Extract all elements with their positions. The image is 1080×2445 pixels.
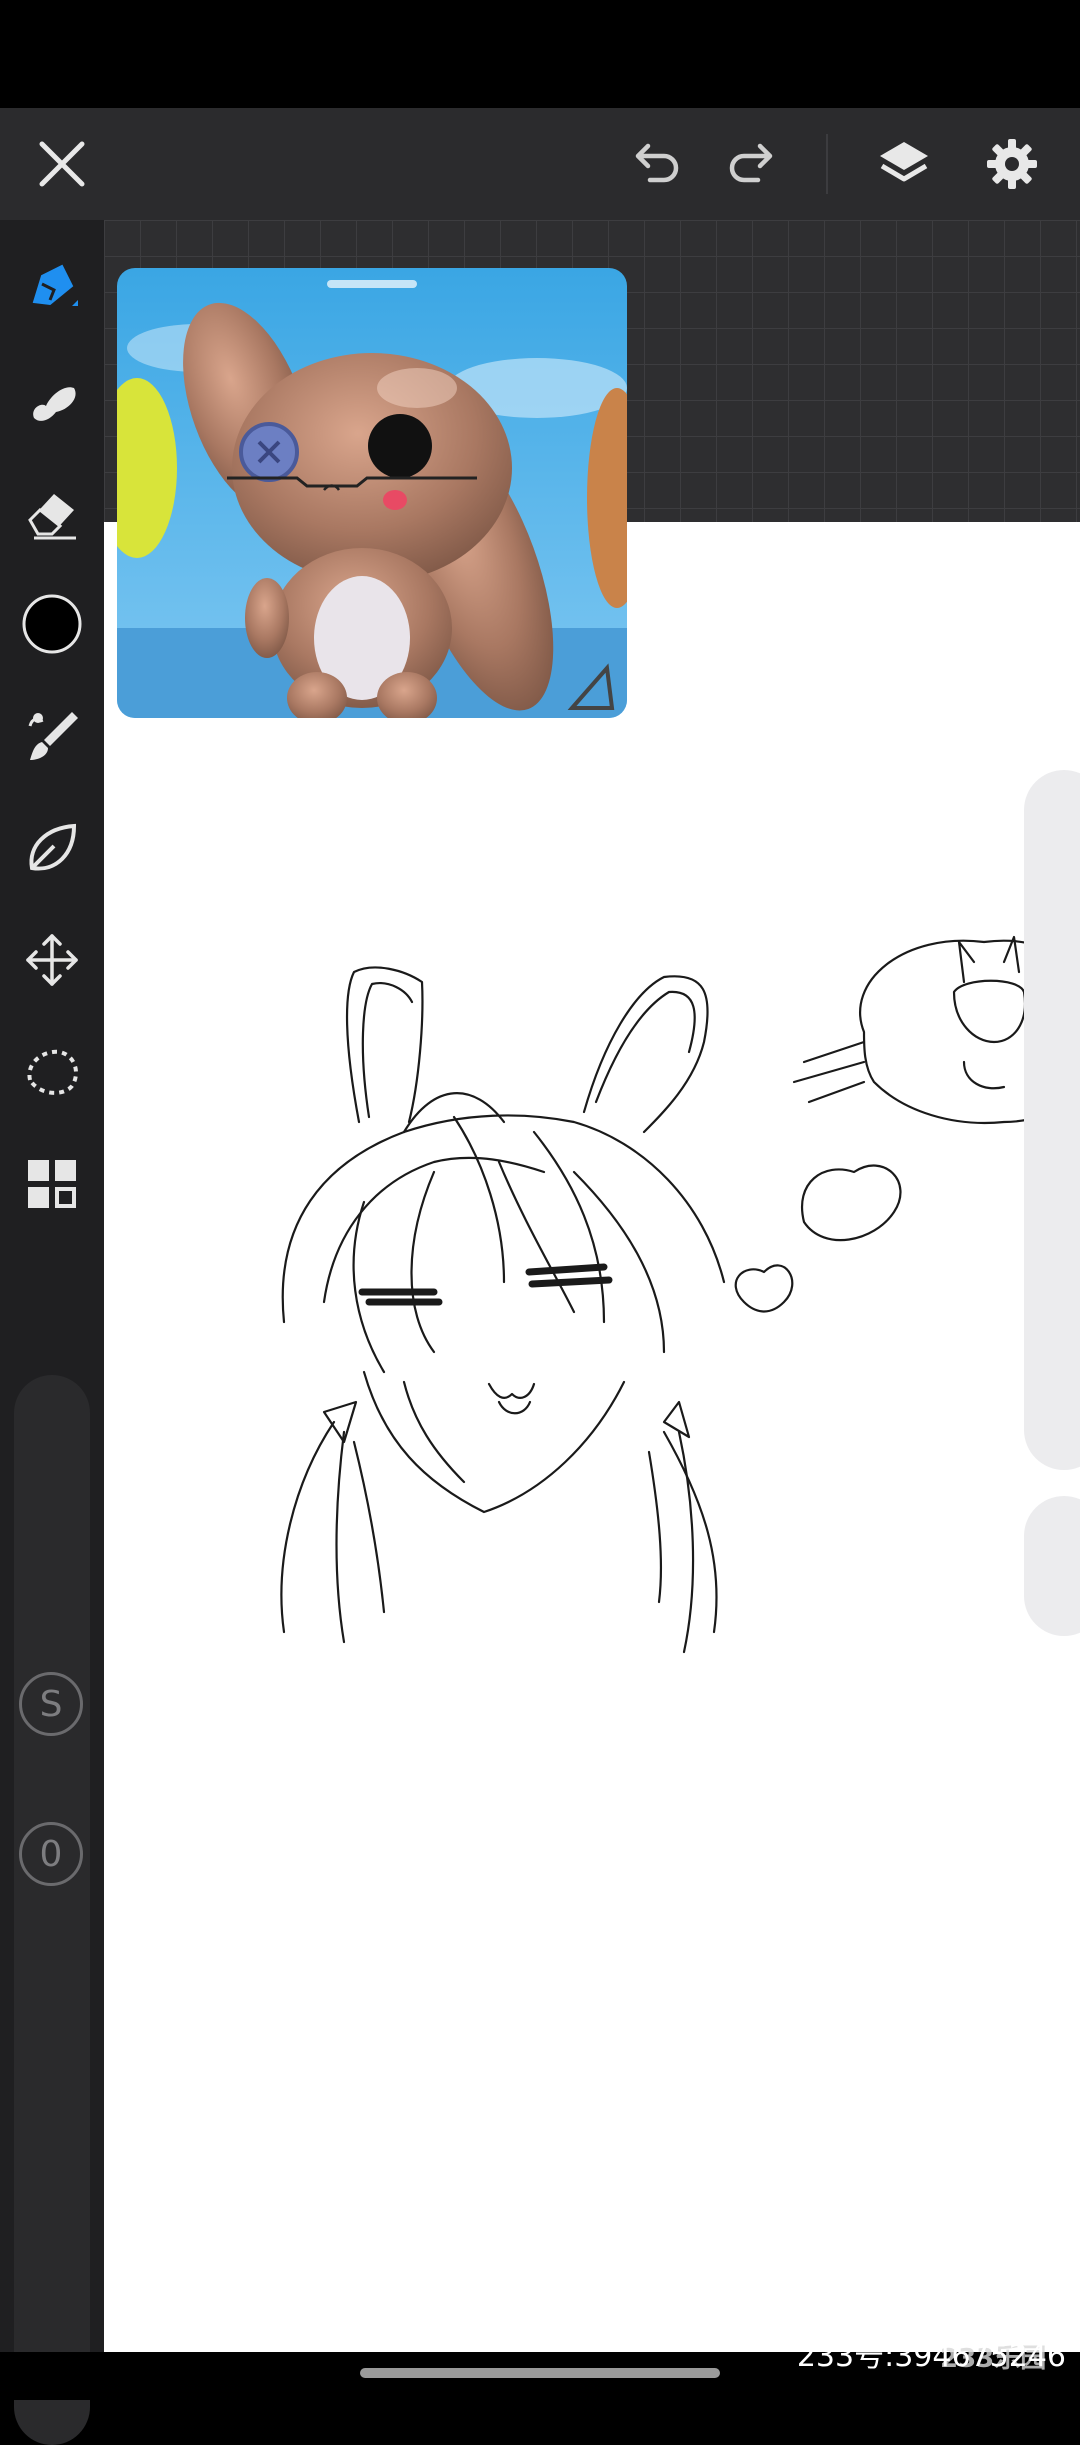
toolbar-divider [826,134,828,194]
reference-image-window[interactable] [117,268,627,718]
top-toolbar [0,108,1080,220]
drawing-paper[interactable] [104,522,1080,2352]
layers-button[interactable] [864,124,944,204]
smudge-icon [33,387,76,421]
undo-icon [635,143,679,183]
pen-tool[interactable] [12,248,92,328]
leaf-shape-icon [29,823,77,871]
layers-icon [880,142,928,182]
left-toolbar: S 0 [0,220,104,2445]
transform-tool[interactable] [12,920,92,1000]
redo-icon [729,143,773,183]
lasso-selection-icon [27,1049,78,1095]
brush-opacity-knob[interactable]: 0 [19,1822,83,1886]
fill-shape-tool[interactable] [12,808,92,888]
eraser-icon [28,494,76,540]
color-swatch-icon [22,594,82,654]
lasso-selection-tool[interactable] [12,1032,92,1112]
watermark-id-text: 233号:394675246 [796,2339,1066,2374]
grid-menu-button[interactable] [12,1144,92,1224]
close-button[interactable] [22,124,102,204]
status-bar [0,0,1080,108]
settings-icon [987,139,1037,189]
brush-tool[interactable] [12,696,92,776]
size-opacity-slider-track[interactable] [14,1375,90,2445]
eraser-tool[interactable] [12,472,92,552]
sketch-drawing [280,935,1080,1654]
settings-button[interactable] [972,124,1052,204]
redo-button[interactable] [712,124,792,204]
move-arrows-icon [26,934,78,986]
grid-menu-icon [28,1160,76,1208]
close-icon [39,141,85,187]
home-indicator[interactable] [360,2368,720,2378]
brush-size-knob[interactable]: S [19,1672,83,1736]
brush-icon [28,712,78,760]
reference-image-bunny-figure [117,268,627,718]
undo-button[interactable] [616,124,696,204]
brush-opacity-label: 0 [39,1833,63,1875]
right-side-button[interactable] [1024,1496,1080,1636]
brush-size-label: S [39,1683,63,1725]
reference-drag-handle[interactable] [327,280,417,288]
color-swatch[interactable] [12,584,92,664]
right-side-panel[interactable] [1024,770,1080,1470]
smudge-tool[interactable] [12,360,92,440]
pen-icon [32,264,78,306]
